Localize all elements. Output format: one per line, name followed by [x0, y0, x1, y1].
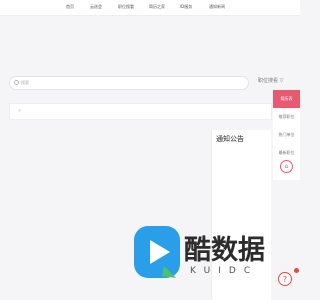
nav-item-id-service[interactable]: ID服务 [180, 4, 192, 10]
filter-bar: ∘ [9, 103, 272, 120]
filter-bar-marker: ∘ [18, 108, 22, 114]
search-input[interactable]: 搜索 [21, 80, 29, 86]
logo-text: 酷数据 [184, 235, 265, 266]
logo-subtext: KUIDC [190, 266, 259, 276]
nav-item-home[interactable]: 首页 [66, 4, 74, 10]
notification-dot [294, 268, 299, 273]
nav-item-fair[interactable]: 云选会 [90, 4, 102, 10]
nav-item-news[interactable]: 通知新闻 [209, 4, 225, 10]
nav-item-resume[interactable]: 简历之家 [149, 4, 165, 10]
sidebar-item-resume[interactable]: 简历表 [273, 90, 300, 108]
search-icon [14, 80, 19, 85]
sidebar-item-recommended-jobs[interactable]: 推荐职位 [273, 108, 300, 126]
play-logo-icon [134, 226, 180, 278]
watermark-logo: 酷数据 KUIDC [132, 224, 282, 300]
top-navbar: 首页 云选会 职位搜看 简历之家 ID服务 通知新闻 [0, 0, 300, 16]
nav-item-jobs[interactable]: 职位搜看 [118, 4, 134, 10]
home-icon[interactable]: ⌂ [280, 160, 293, 173]
sidebar-item-popular-units[interactable]: 热门单位 [273, 126, 300, 144]
search-bar[interactable]: 搜索 [9, 76, 249, 90]
notice-title: 通知公告 [216, 135, 244, 143]
help-icon[interactable]: ? [278, 272, 292, 286]
search-category-dropdown[interactable]: 职位搜看 ▽ [258, 77, 283, 84]
